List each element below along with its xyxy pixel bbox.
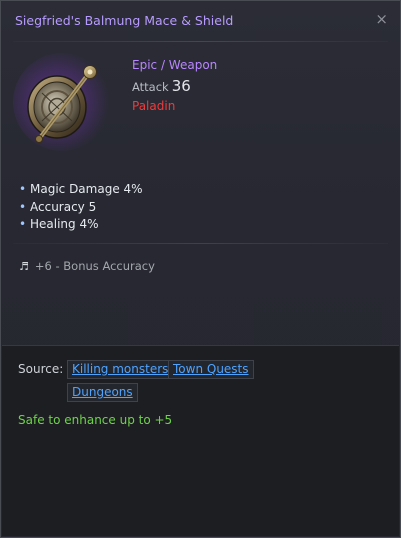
bonus-text: +6 - Bonus Accuracy: [34, 259, 155, 273]
stat-list: • Magic Damage 4% • Accuracy 5 • Healing 4%: [19, 181, 143, 234]
bonus-row: ♬ +6 - Bonus Accuracy: [19, 259, 155, 273]
bullet-icon: •: [19, 182, 27, 196]
attack-value: 36: [171, 77, 191, 95]
stat-text: Magic Damage 4%: [30, 182, 143, 196]
enhance-safe-text: Safe to enhance up to +5: [18, 413, 173, 427]
item-class: Paladin: [132, 99, 176, 113]
bullet-icon: •: [19, 217, 27, 231]
item-title: Siegfried's Balmung Mace & Shield: [15, 13, 234, 28]
attack-row: Attack 36: [132, 77, 217, 95]
source-link-killing-monsters[interactable]: Killing monsters: [67, 360, 174, 379]
mace-and-shield-icon: [27, 65, 97, 143]
close-icon[interactable]: ×: [375, 11, 388, 27]
stat-item: • Healing 4%: [19, 216, 143, 234]
source-link-town-quests[interactable]: Town Quests: [168, 360, 254, 379]
stat-item: • Magic Damage 4%: [19, 181, 143, 199]
source-link-dungeons[interactable]: Dungeons: [67, 383, 138, 402]
stat-text: Healing 4%: [30, 217, 99, 231]
source-panel: Source: Killing monsters Town Quests Dun…: [2, 345, 399, 536]
item-rarity-type: Epic / Weapon: [132, 58, 218, 72]
title-divider: [13, 41, 388, 42]
item-meta: Epic / Weapon Attack 36 Paladin: [132, 58, 217, 113]
item-tooltip-window: Siegfried's Balmung Mace & Shield × Epic…: [0, 0, 401, 538]
source-label: Source:: [18, 362, 64, 376]
stat-item: • Accuracy 5: [19, 199, 143, 217]
stats-divider: [13, 243, 388, 244]
attack-label: Attack: [132, 80, 169, 94]
item-icon-glow: [13, 53, 111, 151]
stat-text: Accuracy 5: [30, 199, 97, 214]
bullet-icon: •: [19, 199, 27, 214]
music-note-icon: ♬: [19, 260, 29, 273]
